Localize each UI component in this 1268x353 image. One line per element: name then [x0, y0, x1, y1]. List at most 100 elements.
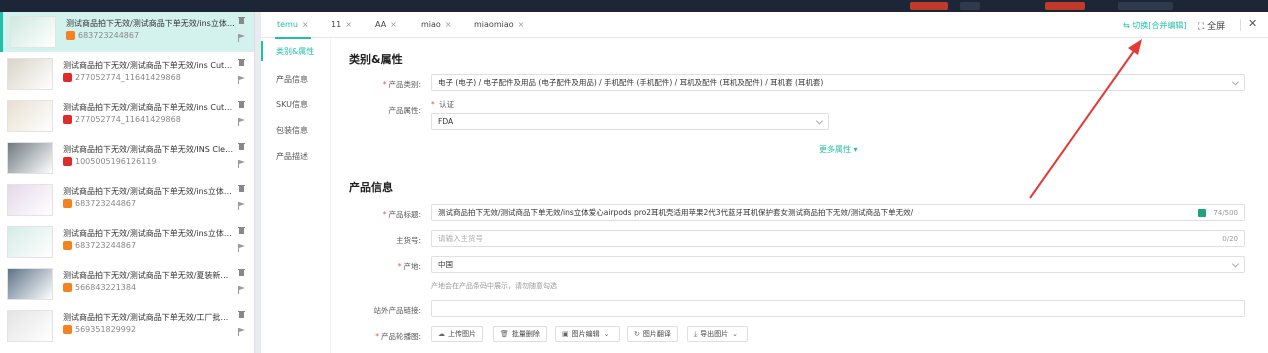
merge-edit-toggle[interactable]: ⇆ 切换[合并编辑] [1123, 20, 1187, 31]
flag-icon[interactable] [238, 328, 245, 336]
batch-delete-button[interactable]: 🗑 批量删除 [493, 326, 547, 342]
product-list: 测试商品拍下无效/测试商品下单无效/ins立体爱心a... 68372324486… [0, 12, 255, 353]
certification-label: * 认证 [431, 100, 455, 109]
flag-icon[interactable] [238, 160, 245, 168]
flag-icon[interactable] [238, 118, 245, 126]
origin-hint: 产地会在产品条码中展示，请勿随意勾选 [431, 282, 557, 290]
trash-icon[interactable] [238, 268, 245, 276]
product-list-item[interactable]: 测试商品拍下无效/测试商品下单无效/工厂批发女装... 569351829992 [0, 306, 254, 346]
product-thumbnail [10, 16, 56, 48]
tab-close-icon[interactable]: × [390, 20, 397, 29]
upload-image-button[interactable]: ☁ 上传图片 [431, 326, 483, 342]
tab-close-icon[interactable]: × [302, 20, 309, 29]
product-id: 683723244867 [75, 199, 137, 208]
top-header-bar [0, 0, 1268, 12]
product-list-item[interactable]: 测试商品拍下无效/测试商品下单无效/夏装新款女装... 566843221384 [0, 264, 254, 304]
platform-icon [63, 115, 72, 124]
product-id-row: 1005005196126119 [63, 157, 156, 166]
export-image-button[interactable]: ⤓ 导出图片 ⌄ [687, 326, 748, 342]
category-section-title: 类别&属性 [349, 53, 403, 66]
platform-icon [63, 241, 72, 250]
product-id-row: 683723244867 [63, 241, 136, 250]
more-attributes-link[interactable]: 更多属性 ▾ [819, 144, 858, 155]
nav-category-attributes[interactable]: 类别&属性 [276, 46, 314, 57]
origin-select[interactable]: 中国 [431, 256, 1245, 273]
product-id-row: 569351829992 [63, 325, 136, 334]
product-id: 1005005196126119 [75, 157, 157, 166]
chevron-down-icon [1231, 259, 1240, 268]
tab-AA[interactable]: AA × [375, 20, 397, 29]
external-link-label: 站外产品链接: [373, 306, 421, 315]
product-list-item[interactable]: 测试商品拍下无效/测试商品下单无效/ins Cute Bea... 2770527… [0, 54, 254, 94]
flag-icon[interactable] [238, 286, 245, 294]
flag-icon[interactable] [238, 34, 245, 42]
chevron-down-icon: ⌄ [603, 330, 610, 338]
product-id-row: 277052774_11641429868 [63, 115, 181, 124]
trash-icon[interactable] [238, 184, 245, 192]
origin-label: * 产地: [397, 262, 421, 271]
image-edit-button[interactable]: ▣ 图片编辑 ⌄ [555, 326, 620, 342]
nav-sku-info[interactable]: SKU信息 [276, 99, 308, 110]
category-select[interactable]: 电子 (电子) / 电子配件及用品 (电子配件及用品) / 手机配件 (手机配件… [431, 74, 1245, 91]
tab-close-icon[interactable]: × [345, 20, 352, 29]
tab-11[interactable]: 11 × [331, 20, 352, 29]
trash-icon[interactable] [238, 142, 245, 150]
image-icon: ▣ [562, 330, 569, 338]
title-char-count: 74/500 [1213, 208, 1238, 217]
trash-icon: 🗑 [500, 330, 509, 338]
sku-input[interactable]: 请输入主货号 0/20 [431, 230, 1245, 247]
tab-miaomiao[interactable]: miaomiao × [474, 20, 524, 29]
image-translate-button[interactable]: ↻ 图片翻译 [627, 326, 678, 342]
platform-icon [66, 31, 75, 40]
platform-icon [63, 199, 72, 208]
trash-icon[interactable] [238, 226, 245, 234]
product-id: 277052774_11641429868 [75, 73, 181, 82]
nav-product-info[interactable]: 产品信息 [276, 74, 308, 85]
tab-close-icon[interactable]: × [445, 20, 452, 29]
translate-icon[interactable] [1198, 209, 1206, 217]
chevron-down-icon [815, 116, 824, 125]
nav-product-description[interactable]: 产品描述 [276, 151, 308, 162]
certification-select[interactable]: FDA [431, 113, 829, 130]
category-label: * 产品类别: [382, 80, 421, 89]
attribute-label: 产品属性: [388, 106, 421, 115]
chevron-down-icon [1231, 77, 1240, 86]
trash-icon[interactable] [238, 16, 245, 24]
product-title: 测试商品拍下无效/测试商品下单无效/夏装新款女装... [63, 271, 235, 280]
product-list-item[interactable]: 测试商品拍下无效/测试商品下单无效/INS Clear Bl... 1005005… [0, 138, 254, 178]
nav-packaging-info[interactable]: 包装信息 [276, 125, 308, 136]
product-thumbnail [7, 58, 53, 90]
platform-icon [63, 283, 72, 292]
chevron-down-icon: ⌄ [732, 330, 738, 338]
tab-miao[interactable]: miao × [421, 20, 452, 29]
store-tabs: temu × 11 × AA × miao × miaomiao × ⇆ 切换[合并编辑] ⛶ 全… [261, 12, 1268, 39]
trash-icon[interactable] [238, 100, 245, 108]
trash-icon[interactable] [238, 58, 245, 66]
flag-icon[interactable] [238, 202, 245, 210]
platform-icon [63, 325, 72, 334]
tab-temu[interactable]: temu × [275, 20, 311, 39]
close-icon[interactable]: ✕ [1248, 17, 1257, 30]
platform-icon [63, 157, 72, 166]
product-list-item[interactable]: 测试商品拍下无效/测试商品下单无效/ins立体爱心a... 68372324486… [0, 222, 254, 262]
product-list-item[interactable]: 测试商品拍下无效/测试商品下单无效/ins立体爱心a... 68372324486… [0, 180, 254, 220]
product-list-item[interactable]: 测试商品拍下无效/测试商品下单无效/ins Cute Bea... 2770527… [0, 96, 254, 136]
product-id: 683723244867 [78, 31, 140, 40]
section-nav: 类别&属性 产品信息 SKU信息 包装信息 产品描述 [261, 39, 331, 353]
app-window: 测试商品拍下无效/测试商品下单无效/ins立体爱心a... 68372324486… [0, 0, 1268, 353]
product-thumbnail [7, 226, 53, 258]
flag-icon[interactable] [238, 76, 245, 84]
trash-icon[interactable] [238, 310, 245, 318]
tab-close-icon[interactable]: × [518, 20, 525, 29]
product-id: 566843221384 [75, 283, 137, 292]
flag-icon[interactable] [238, 244, 245, 252]
product-title: 测试商品拍下无效/测试商品下单无效/ins Cute Bea... [63, 61, 235, 70]
external-link-input[interactable] [431, 300, 1245, 317]
product-list-item[interactable]: 测试商品拍下无效/测试商品下单无效/ins立体爱心a... 68372324486… [0, 12, 254, 52]
product-title-input[interactable]: 测试商品拍下无效/测试商品下单无效/ins立体爱心airpods pro2耳机壳… [431, 204, 1245, 221]
product-id-row: 683723244867 [66, 31, 139, 40]
refresh-icon: ↻ [634, 330, 640, 338]
product-title: 测试商品拍下无效/测试商品下单无效/ins立体爱心a... [66, 19, 238, 28]
product-title: 测试商品拍下无效/测试商品下单无效/工厂批发女装... [63, 313, 235, 322]
fullscreen-button[interactable]: ⛶ 全屏 [1198, 19, 1225, 32]
